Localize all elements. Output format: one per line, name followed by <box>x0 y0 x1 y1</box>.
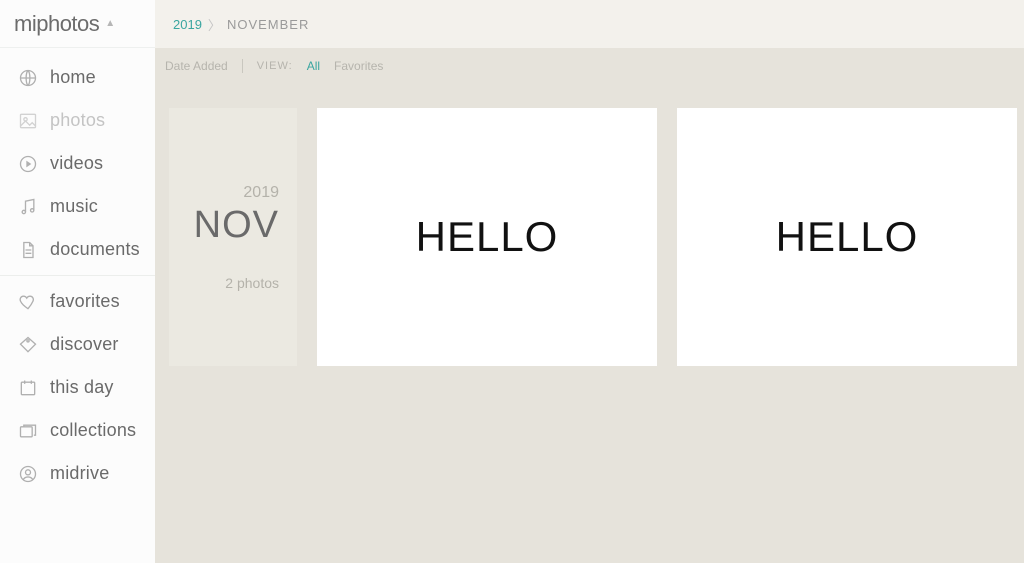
view-option-favorites[interactable]: Favorites <box>334 59 383 73</box>
sidebar-item-discover[interactable]: discover <box>0 323 155 366</box>
view-toolbar: Date Added VIEW: All Favorites <box>155 48 1024 84</box>
sidebar-item-music[interactable]: music <box>0 185 155 228</box>
sidebar: miphotos ▲ home photos videos <box>0 0 155 563</box>
thumbnail-content-text: HELLO <box>776 213 919 261</box>
chevron-up-icon: ▲ <box>105 18 115 29</box>
sidebar-nav: home photos videos music <box>0 48 155 495</box>
document-icon <box>18 240 38 260</box>
breadcrumb-month: NOVEMBER <box>227 17 309 32</box>
month-card-month: NOV <box>194 204 279 247</box>
month-card-count: 2 photos <box>225 275 279 291</box>
sidebar-item-home[interactable]: home <box>0 56 155 99</box>
sidebar-item-label: discover <box>50 334 119 355</box>
sidebar-item-collections[interactable]: collections <box>0 409 155 452</box>
photo-thumbnail[interactable]: HELLO <box>317 108 657 366</box>
content-grid: 2019 NOV 2 photos HELLO HELLO <box>155 84 1024 563</box>
sidebar-item-label: music <box>50 196 98 217</box>
music-note-icon <box>18 197 38 217</box>
brand-row[interactable]: miphotos ▲ <box>0 0 155 48</box>
sidebar-item-this-day[interactable]: this day <box>0 366 155 409</box>
sort-label[interactable]: Date Added <box>165 59 228 73</box>
brand-prefix: mi <box>14 11 36 36</box>
calendar-icon <box>18 378 38 398</box>
divider <box>242 59 243 73</box>
brand-text: miphotos <box>14 11 99 37</box>
chevron-right-icon: 〉 <box>208 15 221 34</box>
collections-icon <box>18 421 38 441</box>
heart-icon <box>18 292 38 312</box>
sidebar-item-midrive[interactable]: midrive <box>0 452 155 495</box>
sidebar-item-label: favorites <box>50 291 120 312</box>
month-summary-card: 2019 NOV 2 photos <box>169 108 297 366</box>
sidebar-item-documents[interactable]: documents <box>0 228 155 271</box>
image-icon <box>18 111 38 131</box>
breadcrumb-year[interactable]: 2019 <box>173 17 202 32</box>
breadcrumb: 2019 〉 NOVEMBER <box>155 0 1024 48</box>
app-root: miphotos ▲ home photos videos <box>0 0 1024 563</box>
sidebar-item-label: photos <box>50 110 105 131</box>
sidebar-item-favorites[interactable]: favorites <box>0 280 155 323</box>
sidebar-item-label: documents <box>50 239 140 260</box>
sidebar-item-label: videos <box>50 153 103 174</box>
photo-thumbnail[interactable]: HELLO <box>677 108 1017 366</box>
view-heading-label: VIEW: <box>257 60 293 72</box>
main-pane: 2019 〉 NOVEMBER Date Added VIEW: All Fav… <box>155 0 1024 563</box>
user-circle-icon <box>18 464 38 484</box>
sidebar-item-photos[interactable]: photos <box>0 99 155 142</box>
globe-icon <box>18 68 38 88</box>
brand-suffix: photos <box>36 11 99 36</box>
sidebar-item-label: home <box>50 67 96 88</box>
sidebar-item-videos[interactable]: videos <box>0 142 155 185</box>
play-circle-icon <box>18 154 38 174</box>
month-card-year: 2019 <box>243 184 279 202</box>
sidebar-item-label: this day <box>50 377 114 398</box>
view-option-all[interactable]: All <box>307 59 320 73</box>
tag-icon <box>18 335 38 355</box>
thumbnail-content-text: HELLO <box>416 213 559 261</box>
sidebar-item-label: midrive <box>50 463 109 484</box>
sidebar-separator <box>0 275 155 276</box>
sidebar-item-label: collections <box>50 420 136 441</box>
